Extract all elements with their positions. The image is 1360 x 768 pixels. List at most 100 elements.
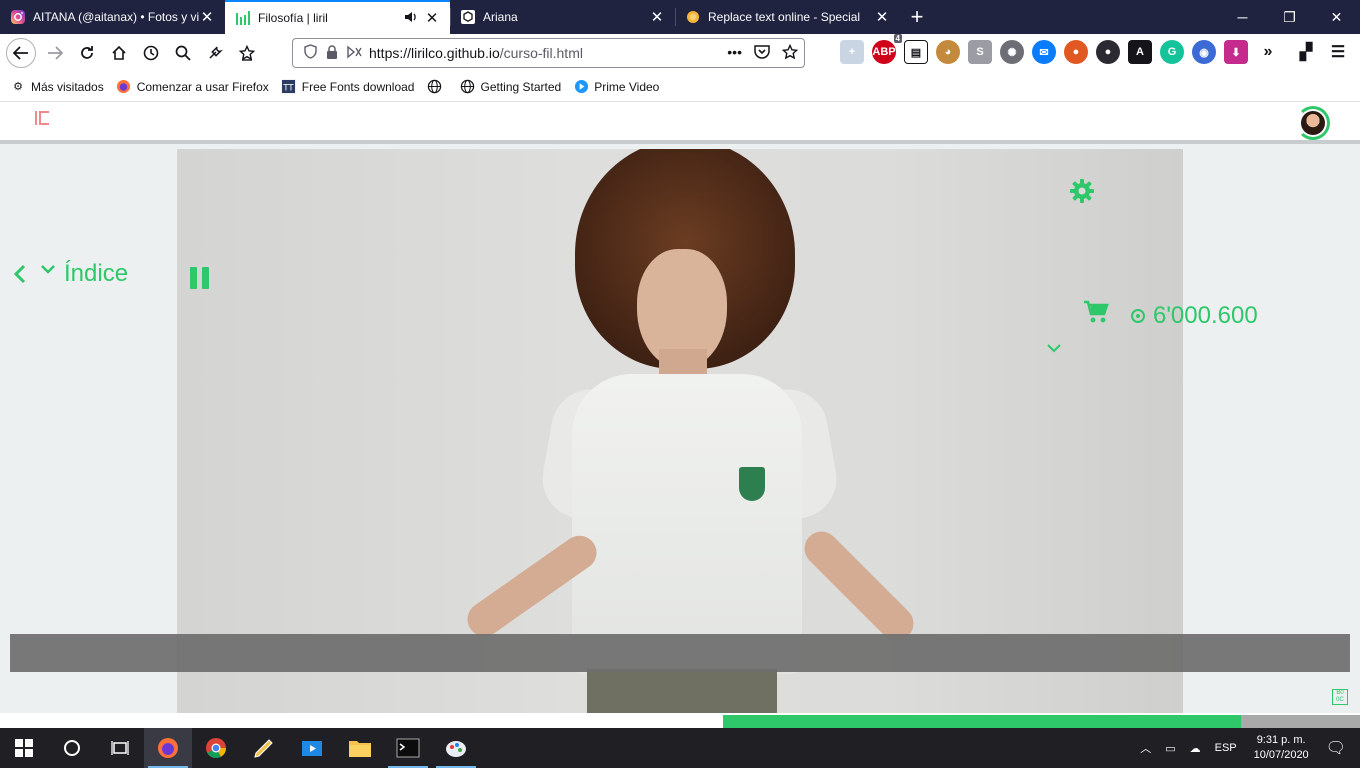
index-label[interactable]: Índice: [64, 260, 128, 288]
chevron-left-icon[interactable]: [12, 263, 28, 285]
lock-icon[interactable]: [321, 44, 343, 62]
shopping-cart-icon[interactable]: [1083, 299, 1109, 325]
bookmark-globe[interactable]: [426, 79, 447, 95]
notifications-icon[interactable]: 🗨: [1326, 738, 1346, 758]
bookmark-label: Comenzar a usar Firefox: [136, 79, 269, 94]
url-path: /curso-fil.html: [499, 45, 583, 61]
grammarly-icon[interactable]: G: [1160, 40, 1184, 64]
tab-strip: AITANA (@aitanax) • Fotos y vi ✕ Filosof…: [0, 0, 1360, 34]
extension-add-icon[interactable]: +: [840, 40, 864, 64]
bookmark-prime-video[interactable]: Prime Video: [573, 79, 659, 95]
video-editor-icon[interactable]: [288, 728, 336, 768]
close-icon[interactable]: ✕: [649, 8, 665, 26]
pocket-icon[interactable]: [754, 44, 770, 63]
star-icon[interactable]: [781, 43, 799, 63]
url-bar[interactable]: https://lirilco.github.io/curso-fil.html…: [292, 38, 805, 68]
search-button[interactable]: [167, 37, 199, 69]
home-button[interactable]: [103, 37, 135, 69]
coin-icon: [1131, 309, 1145, 323]
tools-button[interactable]: [199, 37, 231, 69]
url-text: https://lirilco.github.io/curso-fil.html: [369, 45, 727, 61]
pause-icon[interactable]: [189, 266, 211, 290]
globe-icon: [459, 79, 475, 95]
lesson-progress-bar[interactable]: [0, 713, 1360, 728]
search-circle-icon[interactable]: [48, 728, 96, 768]
restore-icon[interactable]: ❐: [1266, 0, 1313, 34]
overflow-chevron-icon[interactable]: »: [1256, 40, 1280, 64]
autoplay-permission-icon[interactable]: [343, 45, 365, 62]
firefox-taskbar-icon[interactable]: [144, 728, 192, 768]
pencil-app-icon[interactable]: [240, 728, 288, 768]
play-icon: [573, 79, 589, 95]
globe-icon: [426, 79, 442, 95]
video-subject-badge: [739, 467, 765, 501]
fonts-icon: TT: [281, 79, 297, 95]
download-extension-icon[interactable]: ⬇: [1224, 40, 1248, 64]
adblock-icon[interactable]: ABP 4: [872, 34, 902, 64]
tab-instagram[interactable]: AITANA (@aitanax) • Fotos y vi ✕: [0, 0, 225, 34]
language-indicator[interactable]: ESP: [1215, 742, 1237, 754]
close-icon[interactable]: ✕: [874, 8, 890, 26]
close-icon[interactable]: ✕: [424, 9, 440, 27]
reload-button[interactable]: [71, 37, 103, 69]
translate-icon[interactable]: A: [1128, 40, 1152, 64]
chevron-down-icon[interactable]: [1046, 342, 1062, 354]
minimize-icon[interactable]: ─: [1219, 0, 1266, 34]
clock-time: 9:31 p. m.: [1256, 734, 1306, 746]
extensions-menu-icon[interactable]: ▞: [1294, 40, 1318, 64]
url-host: https://lirilco.github.io: [369, 45, 500, 61]
page-actions-icon[interactable]: •••: [727, 44, 742, 63]
start-button[interactable]: [0, 728, 48, 768]
firefox-icon: [116, 79, 132, 95]
history-button[interactable]: [135, 37, 167, 69]
paint-icon[interactable]: [432, 728, 480, 768]
tab-ariana[interactable]: Ariana ✕: [450, 0, 675, 34]
settings-extension-icon[interactable]: ✺: [1000, 40, 1024, 64]
account-icon[interactable]: ●: [1096, 40, 1120, 64]
system-tray: ︿ ▭ ☁ ESP 9:31 p. m. 10/07/2020 🗨: [1133, 728, 1360, 768]
chrome-taskbar-icon[interactable]: [192, 728, 240, 768]
shield-icon[interactable]: [299, 44, 321, 62]
monkey-icon[interactable]: ◕: [936, 40, 960, 64]
hamburger-menu-icon[interactable]: ☰: [1326, 40, 1350, 64]
tab-filosofia[interactable]: Filosofía | liril ✕: [225, 0, 450, 34]
qr-icon[interactable]: B0 0C: [1332, 689, 1348, 705]
file-explorer-icon[interactable]: [336, 728, 384, 768]
instagram-icon: [10, 9, 26, 25]
bookmark-label: Getting Started: [480, 79, 562, 94]
bookmark-label: Más visitados: [31, 79, 104, 94]
speaker-icon[interactable]: [404, 11, 418, 26]
chevron-down-icon[interactable]: [40, 264, 56, 276]
search-extension-icon[interactable]: ◉: [1192, 40, 1216, 64]
bookmark-getting-started[interactable]: Getting Started: [459, 79, 561, 95]
firefox-ext-icon[interactable]: ●: [1064, 40, 1088, 64]
bookmark-mas-visitados[interactable]: ⚙ Más visitados: [10, 79, 104, 95]
avatar-photo: [1301, 111, 1325, 135]
terminal-icon[interactable]: [384, 728, 432, 768]
bookmark-star-button[interactable]: [231, 37, 263, 69]
close-window-icon[interactable]: ✕: [1313, 0, 1360, 34]
tab-replace-text[interactable]: Replace text online - Special ✕: [675, 0, 900, 34]
caption-bar: [10, 634, 1350, 672]
network-icon[interactable]: ▭: [1165, 742, 1175, 755]
reader-icon[interactable]: ▤: [904, 40, 928, 64]
bookmark-comenzar-firefox[interactable]: Comenzar a usar Firefox: [116, 79, 269, 95]
clock-date: 10/07/2020: [1253, 749, 1309, 761]
lesson-video[interactable]: [177, 149, 1183, 713]
volume-muted-icon[interactable]: ☁: [1190, 742, 1201, 755]
clock[interactable]: 9:31 p. m. 10/07/2020: [1254, 733, 1309, 763]
close-icon[interactable]: ✕: [199, 8, 215, 26]
bookmark-free-fonts[interactable]: TT Free Fonts download: [281, 79, 414, 95]
new-tab-button[interactable]: +: [900, 0, 934, 34]
avatar[interactable]: [1296, 106, 1330, 140]
s-extension-icon[interactable]: S: [968, 40, 992, 64]
settings-gear-icon[interactable]: [1069, 178, 1095, 204]
liril-logo[interactable]: [34, 110, 50, 126]
messenger-icon[interactable]: ✉: [1032, 40, 1056, 64]
coin-balance: 6'000.600: [1131, 302, 1258, 330]
forward-button[interactable]: [39, 37, 71, 69]
task-view-icon[interactable]: [96, 728, 144, 768]
coin-amount: 6'000.600: [1153, 302, 1258, 329]
tray-chevron-icon[interactable]: ︿: [1140, 740, 1151, 756]
back-button[interactable]: [6, 38, 36, 68]
